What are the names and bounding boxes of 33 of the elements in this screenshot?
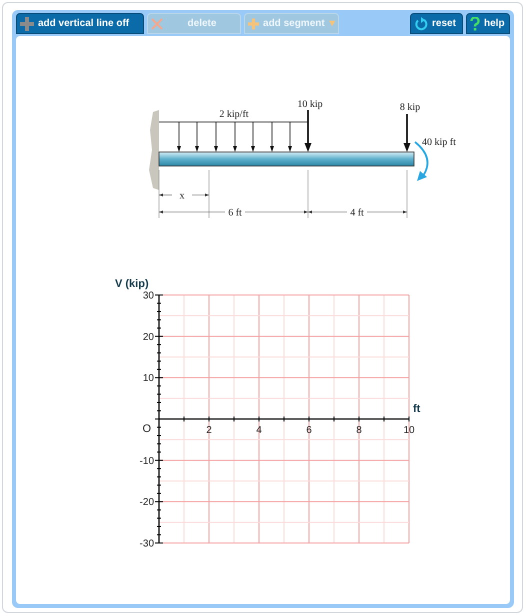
dimension-line xyxy=(158,194,210,196)
tick-label: 6 xyxy=(306,425,312,436)
tick-label: -20 xyxy=(140,497,154,508)
axis-label: ft xyxy=(413,403,420,415)
close-icon xyxy=(151,18,163,30)
tick-label: -10 xyxy=(140,456,154,467)
tick-label: 10 xyxy=(403,425,415,436)
toggle-button[interactable]: add vertical line off xyxy=(16,13,144,34)
help-icon xyxy=(470,16,480,30)
dimension-label: 4 ft xyxy=(350,208,364,218)
load-label: 8 kip xyxy=(400,102,420,113)
tick-label: -30 xyxy=(140,538,154,550)
plus-icon xyxy=(20,16,34,30)
caret-icon xyxy=(328,20,335,27)
load-label: 10 kip xyxy=(297,99,323,110)
plus-icon xyxy=(248,16,260,30)
tick-label: 20 xyxy=(142,332,154,343)
axis-label: V (kip) xyxy=(115,278,149,290)
load-arrow xyxy=(304,110,312,152)
moment-label: 40 kip ft xyxy=(422,137,456,148)
load-label: 2 kip/ft xyxy=(219,109,249,120)
reset-button[interactable]: reset xyxy=(410,13,463,34)
origin-label: O xyxy=(142,423,151,435)
tick-label: 4 xyxy=(256,425,262,436)
reset-icon xyxy=(414,16,428,30)
position-label: x xyxy=(180,190,184,202)
dimension-label: 6 ft xyxy=(228,208,242,218)
tick-label: 8 xyxy=(356,425,362,436)
tick-label: 2 xyxy=(206,425,212,436)
help-button[interactable]: help xyxy=(466,13,510,34)
tick-label: 10 xyxy=(142,373,154,384)
load-arrow xyxy=(404,114,410,152)
tick-label: 30 xyxy=(142,290,154,302)
